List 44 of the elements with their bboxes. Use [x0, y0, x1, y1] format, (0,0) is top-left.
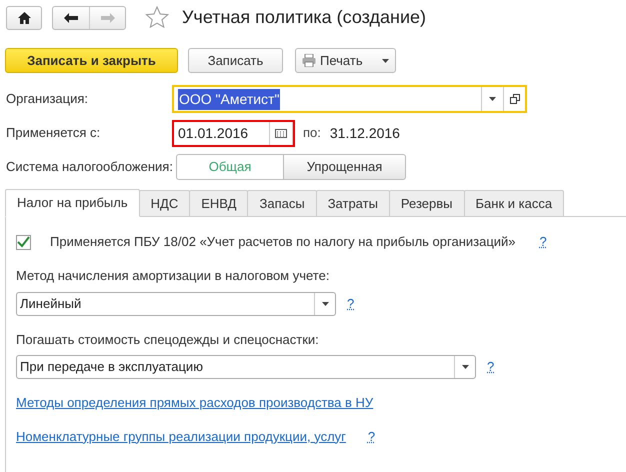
field-label: Применяется с: — [6, 124, 102, 142]
help-link[interactable]: ? — [487, 357, 494, 377]
link[interactable]: Номенклатурные группы реализации продукции, услуг — [16, 426, 346, 446]
organization-field[interactable]: ООО "Аметист" — [172, 85, 527, 113]
dropdown-field[interactable]: При передаче в эксплуатацию — [16, 355, 476, 379]
caret-icon — [462, 365, 468, 369]
tab[interactable]: Запасы — [247, 190, 317, 217]
caret-icon — [382, 58, 389, 62]
date-field[interactable]: 01.01.2016 — [172, 120, 295, 146]
tab[interactable]: Налог на прибыль — [5, 189, 140, 217]
tax-system-toggle[interactable]: Упрощенная — [284, 154, 406, 180]
window-title: Учетная политика (создание) — [182, 6, 426, 29]
caret-icon — [489, 97, 496, 101]
field-label: Погашать стоимость спецодежды и спецоснастки: — [16, 330, 320, 349]
field-label: Организация: — [6, 90, 90, 108]
help-link[interactable]: ? — [368, 426, 376, 446]
caret-icon — [322, 302, 328, 306]
link[interactable]: Методы определения прямых расходов производства в НУ — [16, 393, 374, 412]
calendar-icon[interactable] — [275, 128, 287, 138]
end-date-text: 31.12.2016 — [330, 124, 400, 142]
checkbox-label: Применяется ПБУ 18/02 «Учет расчетов по налогу на прибыль организаций» — [50, 233, 516, 252]
home-icon — [18, 12, 30, 24]
save-and-close-button[interactable]: Записать и закрыть — [5, 48, 178, 73]
tab[interactable]: НДС — [138, 190, 190, 217]
checkbox[interactable] — [16, 234, 31, 250]
left-arrow-icon — [64, 12, 78, 22]
tab[interactable]: ЕНВД — [189, 190, 248, 217]
dropdown-field[interactable]: Линейный — [16, 292, 336, 316]
field-label: Система налогообложения: — [6, 158, 174, 176]
printer-icon — [302, 54, 316, 67]
print-button[interactable]: Печать — [295, 48, 396, 73]
field-label: по: — [303, 124, 321, 142]
field-label: Метод начисления амортизации в налоговом учете: — [16, 267, 330, 285]
tab[interactable]: Резервы — [388, 190, 464, 217]
right-arrow-icon — [100, 12, 114, 22]
tab[interactable]: Затраты — [316, 190, 390, 217]
open-window-icon[interactable] — [510, 94, 520, 104]
tab[interactable]: Банк и касса — [464, 190, 564, 217]
help-link[interactable]: ? — [347, 294, 354, 314]
save-button[interactable]: Записать — [188, 48, 283, 73]
navigation-button-group[interactable] — [52, 6, 126, 30]
help-link[interactable]: ? — [540, 232, 547, 252]
star-icon[interactable] — [145, 6, 169, 29]
home-button[interactable] — [6, 6, 42, 30]
